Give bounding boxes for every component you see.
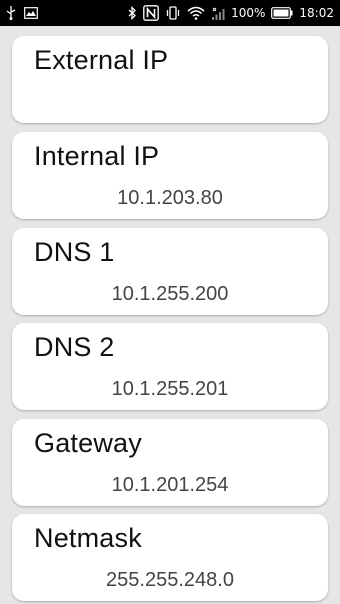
card-title: External IP xyxy=(34,45,169,75)
internal-ip-card[interactable]: Internal IP 10.1.203.80 xyxy=(12,132,328,219)
card-value: 10.1.201.254 xyxy=(111,474,229,496)
external-ip-card[interactable]: External IP xyxy=(12,36,328,123)
gateway-card[interactable]: Gateway 10.1.201.254 xyxy=(12,419,328,506)
card-title: DNS 2 xyxy=(34,332,115,362)
card-title: Internal IP xyxy=(34,141,160,171)
status-bar: 100% 18:02 xyxy=(0,0,340,26)
card-title: Netmask xyxy=(34,523,142,553)
vibrate-icon xyxy=(165,6,181,20)
card-value: 255.255.248.0 xyxy=(106,569,234,591)
clock: 18:02 xyxy=(299,6,334,20)
card-value: 10.1.255.200 xyxy=(111,283,229,305)
netmask-card[interactable]: Netmask 255.255.248.0 xyxy=(12,514,328,601)
battery-icon xyxy=(271,7,293,19)
gallery-icon xyxy=(24,7,38,19)
card-value: 10.1.203.80 xyxy=(117,187,223,209)
dns-2-card[interactable]: DNS 2 10.1.255.201 xyxy=(12,323,328,410)
bluetooth-icon xyxy=(128,6,137,20)
card-value: 10.1.255.201 xyxy=(111,378,229,400)
card-title: Gateway xyxy=(34,428,142,458)
signal-icon xyxy=(211,6,225,20)
dns-1-card[interactable]: DNS 1 10.1.255.200 xyxy=(12,228,328,315)
battery-percent: 100% xyxy=(231,6,266,20)
nfc-icon xyxy=(143,5,159,21)
usb-icon xyxy=(6,6,16,20)
wifi-icon xyxy=(187,6,205,20)
card-title: DNS 1 xyxy=(34,237,115,267)
